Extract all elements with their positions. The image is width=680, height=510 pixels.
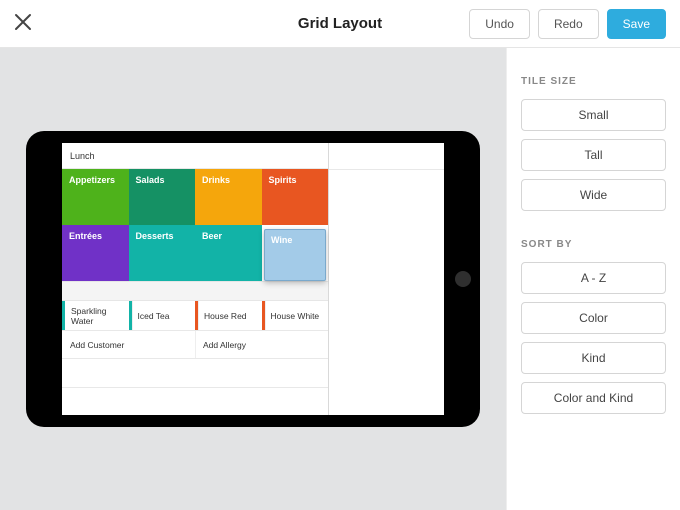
category-tile-drinks[interactable]: Drinks — [195, 169, 262, 225]
tile-size-group: TILE SIZE Small Tall Wide — [521, 76, 666, 211]
add-allergy-button[interactable]: Add Allergy — [195, 331, 328, 358]
category-tile-desserts[interactable]: Desserts — [129, 225, 196, 281]
sidebar: TILE SIZE Small Tall Wide SORT BY A - Z … — [506, 48, 680, 510]
device-frame: Lunch Appetizers Salads Drinks Spirits E… — [26, 131, 480, 427]
tile-size-tall[interactable]: Tall — [521, 139, 666, 171]
sort-by-heading: SORT BY — [521, 239, 666, 250]
header-actions: Undo Redo Save — [469, 9, 666, 39]
sort-by-group: SORT BY A - Z Color Kind Color and Kind — [521, 239, 666, 414]
item-house-white[interactable]: House White — [262, 301, 329, 330]
home-button-icon — [455, 271, 471, 287]
add-customer-button[interactable]: Add Customer — [62, 331, 195, 358]
tile-size-heading: TILE SIZE — [521, 76, 666, 87]
category-tile-appetizers[interactable]: Appetizers — [62, 169, 129, 225]
category-tile-beer[interactable]: Beer — [195, 225, 262, 281]
item-row: Sparkling Water Iced Tea House Red House… — [62, 301, 328, 331]
save-button[interactable]: Save — [607, 9, 666, 39]
grid-panel: Lunch Appetizers Salads Drinks Spirits E… — [62, 143, 329, 415]
blank-row — [62, 388, 328, 416]
page-title: Grid Layout — [298, 15, 382, 32]
category-tile-wine-selected[interactable]: Wine — [264, 229, 326, 281]
category-tile-spirits[interactable]: Spirits — [262, 169, 329, 225]
action-row: Add Customer Add Allergy — [62, 331, 328, 359]
page-name-label[interactable]: Lunch — [62, 143, 328, 169]
device-screen: Lunch Appetizers Salads Drinks Spirits E… — [62, 143, 444, 415]
body: Lunch Appetizers Salads Drinks Spirits E… — [0, 48, 680, 510]
header: Grid Layout Undo Redo Save — [0, 0, 680, 48]
canvas-area: Lunch Appetizers Salads Drinks Spirits E… — [0, 48, 506, 510]
blank-row — [62, 359, 328, 388]
cart-panel — [329, 143, 444, 415]
item-iced-tea[interactable]: Iced Tea — [129, 301, 196, 330]
tile-size-wide[interactable]: Wide — [521, 179, 666, 211]
category-tile-salads[interactable]: Salads — [129, 169, 196, 225]
item-house-red[interactable]: House Red — [195, 301, 262, 330]
undo-button[interactable]: Undo — [469, 9, 530, 39]
category-tile-entrees[interactable]: Entrées — [62, 225, 129, 281]
spacer-row — [62, 281, 328, 301]
tile-size-small[interactable]: Small — [521, 99, 666, 131]
close-icon[interactable] — [14, 11, 38, 37]
item-sparkling-water[interactable]: Sparkling Water — [62, 301, 129, 330]
sort-color[interactable]: Color — [521, 302, 666, 334]
category-grid: Appetizers Salads Drinks Spirits Entrées… — [62, 169, 328, 281]
sort-az[interactable]: A - Z — [521, 262, 666, 294]
sort-kind[interactable]: Kind — [521, 342, 666, 374]
redo-button[interactable]: Redo — [538, 9, 599, 39]
sort-color-kind[interactable]: Color and Kind — [521, 382, 666, 414]
